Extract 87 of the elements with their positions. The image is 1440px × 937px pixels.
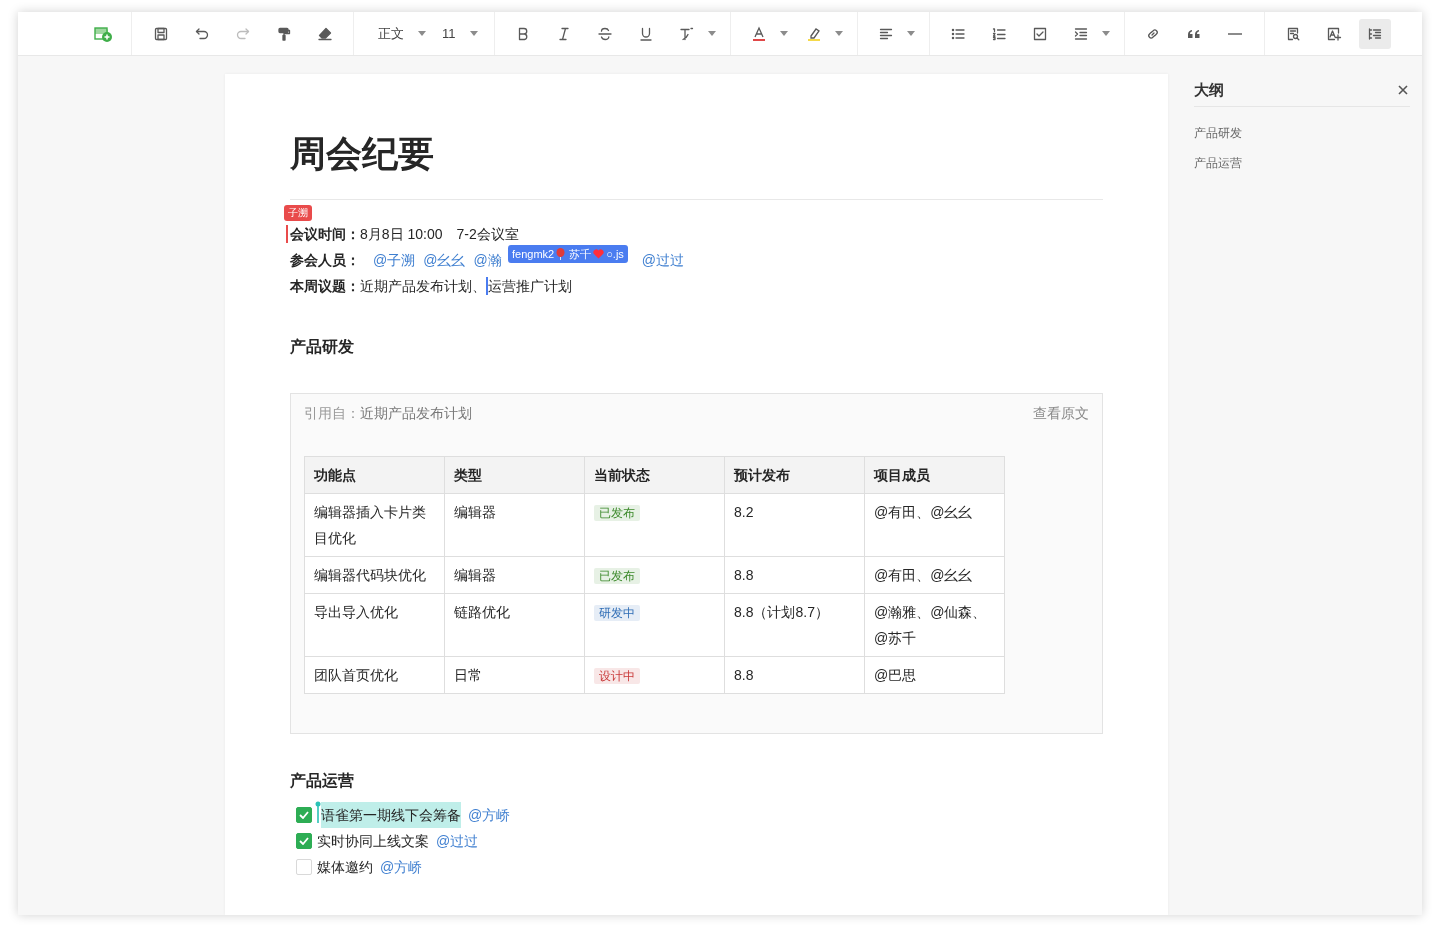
panel-title: 大纲 — [1194, 80, 1224, 100]
column-header: 类型 — [444, 456, 585, 494]
outline-icon — [1367, 25, 1383, 42]
mention-link[interactable]: @瀚 — [473, 247, 502, 273]
indent-icon — [1073, 25, 1089, 42]
outline-button[interactable] — [1359, 18, 1391, 49]
checkbox-icon — [1032, 25, 1048, 42]
table-cell: 团队首页优化 — [304, 656, 445, 694]
mention-link[interactable]: @子溯 — [373, 247, 416, 273]
image-add-icon — [1326, 25, 1342, 42]
column-header: 当前状态 — [584, 456, 725, 494]
table-cell: @有田、@幺幺 — [864, 493, 1005, 557]
dropdown-caret-icon[interactable] — [906, 31, 915, 36]
field-value: 近期产品发布计划、 — [360, 277, 486, 296]
status-tag: 已发布 — [594, 568, 640, 584]
balloon-icon — [556, 248, 566, 260]
eraser-icon — [316, 25, 333, 42]
task-text: 媒体邀约 — [317, 858, 373, 877]
font-color-icon — [751, 25, 767, 42]
format-painter-icon — [275, 25, 292, 42]
table-cell: @有田、@幺幺 — [864, 556, 1005, 594]
column-header: 项目成员 — [864, 456, 1005, 494]
dropdown-caret-icon[interactable] — [779, 31, 788, 36]
section-heading: 产品运营 — [290, 771, 355, 791]
strikethrough-icon — [597, 25, 613, 42]
outline-item[interactable]: 产品运营 — [1194, 155, 1410, 171]
status-tag: 已发布 — [594, 505, 640, 521]
status-tag: 设计中 — [594, 668, 640, 684]
document-title: 周会纪要 — [290, 74, 1103, 200]
text-cursor — [315, 801, 321, 823]
dropdown-caret-icon[interactable] — [418, 31, 426, 36]
field-label: 本周议题： — [290, 277, 360, 296]
field-value: 8月8日 10:00 7-2会议室 — [360, 225, 519, 244]
mention-link[interactable]: @方峤 — [380, 854, 423, 880]
mention-link[interactable]: @过过 — [641, 247, 684, 273]
paragraph-style-dropdown[interactable]: 正文 — [370, 18, 434, 49]
table-cell: 日常 — [444, 656, 585, 694]
numbered-list-icon — [991, 25, 1007, 42]
column-header: 功能点 — [304, 456, 445, 494]
dropdown-caret-icon[interactable] — [469, 31, 478, 36]
table-cell: 8.8（计划8.7） — [724, 593, 865, 657]
view-original-link[interactable]: 查看原文 — [1033, 404, 1089, 422]
save-icon — [152, 25, 169, 42]
close-icon[interactable] — [1398, 85, 1408, 95]
dropdown-caret-icon[interactable] — [834, 31, 843, 36]
outline-item[interactable]: 产品研发 — [1194, 125, 1410, 141]
column-header: 预计发布 — [724, 456, 865, 494]
table-cell: 导出导入优化 — [304, 593, 445, 657]
table-cell: 8.8 — [724, 656, 865, 694]
find-document-icon — [1285, 25, 1301, 42]
section-heading: 产品研发 — [290, 337, 355, 357]
superscript-icon — [679, 25, 695, 42]
underline-icon — [638, 25, 654, 42]
italic-icon — [556, 25, 572, 42]
text-cursor — [286, 225, 288, 243]
table-cell: 编辑器插入卡片类目优化 — [304, 493, 445, 557]
task-checkbox[interactable] — [296, 833, 312, 849]
font-size-dropdown[interactable]: 11 — [434, 18, 486, 49]
task-checkbox[interactable] — [296, 807, 312, 823]
task-text: 实时协同上线文案 — [317, 832, 429, 851]
divider-icon — [1228, 32, 1242, 35]
table-cell: 8.8 — [724, 556, 865, 594]
table-cell: 编辑器代码块优化 — [304, 556, 445, 594]
check-icon — [299, 811, 309, 819]
table-cell: 8.2 — [724, 493, 865, 557]
table-cell: @巴思 — [864, 656, 1005, 694]
task-text: 语雀第一期线下会筹备 — [321, 802, 461, 828]
table-cell: 编辑器 — [444, 556, 585, 594]
status-tag: 研发中 — [594, 605, 640, 621]
table-cell: 编辑器 — [444, 493, 585, 557]
dropdown-caret-icon[interactable] — [707, 31, 716, 36]
field-value: 运营推广计划 — [487, 277, 572, 296]
heart-icon — [593, 249, 605, 259]
text-cursor — [486, 277, 488, 295]
mention-link[interactable]: @方峤 — [468, 802, 511, 828]
mention-link[interactable]: @幺幺 — [423, 247, 466, 273]
field-label: 参会人员： — [290, 251, 360, 270]
collaborator-cursor-label: fengmk2 苏千 ○.js — [508, 245, 628, 263]
insert-icon — [92, 24, 113, 43]
mention-link[interactable]: @过过 — [436, 828, 479, 854]
dropdown-caret-icon[interactable] — [1101, 31, 1110, 36]
table-cell: @瀚雅、@仙森、@苏千 — [864, 593, 1005, 657]
field-label: 会议时间： — [290, 225, 360, 244]
check-icon — [299, 837, 309, 845]
quote-source: 引用自：近期产品发布计划 — [304, 404, 472, 422]
table-cell: 链路优化 — [444, 593, 585, 657]
collaborator-cursor-label: 子溯 — [284, 205, 312, 221]
